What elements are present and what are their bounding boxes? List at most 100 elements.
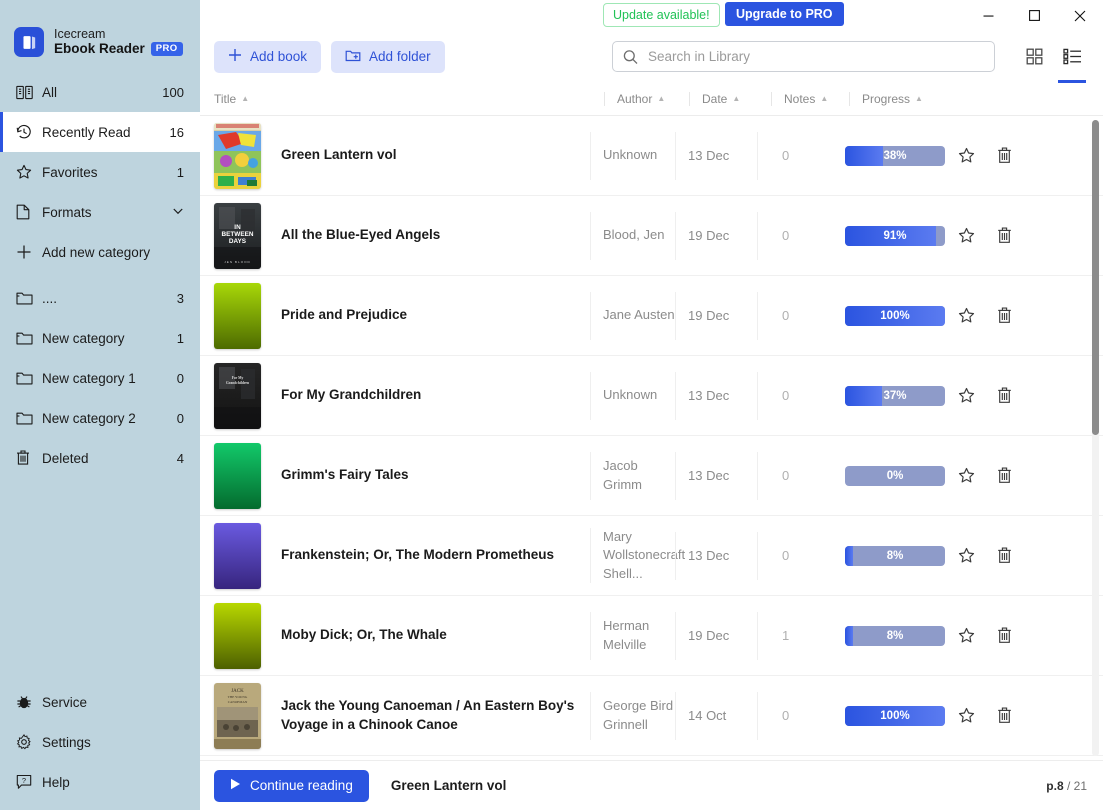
search-input[interactable] [612,41,995,72]
sidebar-item-new-category-2[interactable]: New category 20 [0,398,200,438]
sidebar-item-new-category-1[interactable]: New category 10 [0,358,200,398]
update-available-button[interactable]: Update available! [603,3,720,27]
sidebar-item-label: Deleted [38,451,177,466]
window-controls [965,0,1103,31]
sidebar-item-favorites[interactable]: Favorites1 [0,152,200,192]
book-title: Moby Dick; Or, The Whale [261,626,590,644]
column-header-date[interactable]: Date ▲ [689,92,771,106]
book-title: Frankenstein; Or, The Modern Prometheus [261,546,590,564]
continue-reading-button[interactable]: Continue reading [214,770,369,802]
sidebar-item-service[interactable]: Service [0,682,200,722]
maximize-button[interactable] [1011,0,1057,31]
delete-trash-icon[interactable] [985,547,1023,564]
sidebar-item-formats[interactable]: Formats [0,192,200,232]
title-bar: Update available! Upgrade to PRO [200,0,1103,31]
book-cover[interactable]: INBETWEENDAYSJEN BLOOD [214,203,261,269]
delete-trash-icon[interactable] [985,387,1023,404]
book-date: 13 Dec [675,132,757,180]
page-current: p.8 [1046,779,1063,793]
favorite-star-icon[interactable] [947,227,985,244]
sidebar-item-help[interactable]: ?Help [0,762,200,802]
book-cover[interactable]: For MyGrandchildren [214,363,261,429]
book-notes-count: 0 [757,692,835,740]
delete-trash-icon[interactable] [985,307,1023,324]
book-cover[interactable] [214,603,261,669]
table-row[interactable]: JACKTHE YOUNGCANOEMANJack the Young Cano… [200,676,1103,756]
sidebar-item-recently-read[interactable]: Recently Read16 [0,112,200,152]
sidebar-item-deleted[interactable]: Deleted4 [0,438,200,478]
folder-plus-icon [345,48,361,66]
list-view-button[interactable] [1055,38,1089,76]
progress-bar: 8% [845,546,945,566]
delete-trash-icon[interactable] [985,227,1023,244]
delete-trash-icon[interactable] [985,467,1023,484]
column-header-author[interactable]: Author ▲ [604,92,689,106]
view-toggle-group [1017,38,1089,76]
favorite-star-icon[interactable] [947,467,985,484]
favorite-star-icon[interactable] [947,147,985,164]
main-area: Update available! Upgrade to PRO [200,0,1103,810]
svg-text:JACK: JACK [231,689,244,694]
progress-label: 37% [883,390,906,402]
folder-icon [16,331,38,346]
vertical-scrollbar[interactable] [1092,120,1099,756]
table-row[interactable]: For MyGrandchildrenFor My GrandchildrenU… [200,356,1103,436]
add-folder-button[interactable]: Add folder [331,41,445,73]
book-cover[interactable]: JACKTHE YOUNGCANOEMAN [214,683,261,749]
favorite-star-icon[interactable] [947,627,985,644]
sidebar-item-label: New category 2 [38,411,177,426]
svg-text:IN: IN [234,224,241,231]
sidebar-nav-bottom: ServiceSettings?Help [0,682,200,810]
minimize-button[interactable] [965,0,1011,31]
sidebar-nav: All100Recently Read16Favorites1 Formats Ad… [0,72,200,478]
close-button[interactable] [1057,0,1103,31]
book-progress-cell: 0% [835,466,947,486]
add-folder-label: Add folder [369,49,431,64]
column-header-progress[interactable]: Progress ▲ [849,92,949,106]
delete-trash-icon[interactable] [985,707,1023,724]
sidebar-item-new-category[interactable]: New category1 [0,318,200,358]
scrollbar-thumb[interactable] [1092,120,1099,435]
chevron-down-icon[interactable] [172,205,184,220]
book-cover[interactable] [214,123,261,189]
book-author: George Bird Grinnell [590,692,675,740]
column-date-label: Date [702,92,727,106]
book-title: Pride and Prejudice [261,306,590,324]
book-progress-cell: 100% [835,306,947,326]
table-row[interactable]: Pride and PrejudiceJane Austen19 Dec0100… [200,276,1103,356]
favorite-star-icon[interactable] [947,307,985,324]
sidebar-item-add-new-category[interactable]: Add new category [0,232,200,272]
delete-trash-icon[interactable] [985,147,1023,164]
table-row[interactable]: Grimm's Fairy TalesJacob Grimm13 Dec00% [200,436,1103,516]
column-author-label: Author [617,92,652,106]
progress-label: 0% [887,470,904,482]
delete-trash-icon[interactable] [985,627,1023,644]
book-cover[interactable] [214,523,261,589]
table-row[interactable]: INBETWEENDAYSJEN BLOODAll the Blue-Eyed … [200,196,1103,276]
sidebar-item-all[interactable]: All100 [0,72,200,112]
question-balloon-icon: ? [16,774,38,790]
book-date: 13 Dec [675,452,757,500]
sidebar-item-[interactable]: ....3 [0,278,200,318]
grid-view-button[interactable] [1017,38,1051,76]
sidebar-item-settings[interactable]: Settings [0,722,200,762]
upgrade-to-pro-button[interactable]: Upgrade to PRO [725,2,844,26]
book-cover[interactable] [214,283,261,349]
book-author: Unknown [590,372,675,420]
sidebar-item-label: Formats [38,205,172,220]
add-book-button[interactable]: Add book [214,41,321,73]
table-row[interactable]: Frankenstein; Or, The Modern PrometheusM… [200,516,1103,596]
book-cover[interactable] [214,443,261,509]
favorite-star-icon[interactable] [947,707,985,724]
sidebar-item-count: 16 [170,125,184,140]
book-notes-count: 0 [757,532,835,580]
table-row[interactable]: Moby Dick; Or, The WhaleHerman Melville1… [200,596,1103,676]
sort-arrow-icon: ▲ [241,94,249,103]
table-row[interactable]: Green Lantern volUnknown13 Dec038% [200,116,1103,196]
column-header-title[interactable]: Title ▲ [214,92,604,106]
column-header-notes[interactable]: Notes ▲ [771,92,849,106]
book-author: Jane Austen [590,292,675,340]
favorite-star-icon[interactable] [947,387,985,404]
favorite-star-icon[interactable] [947,547,985,564]
progress-bar: 91% [845,226,945,246]
